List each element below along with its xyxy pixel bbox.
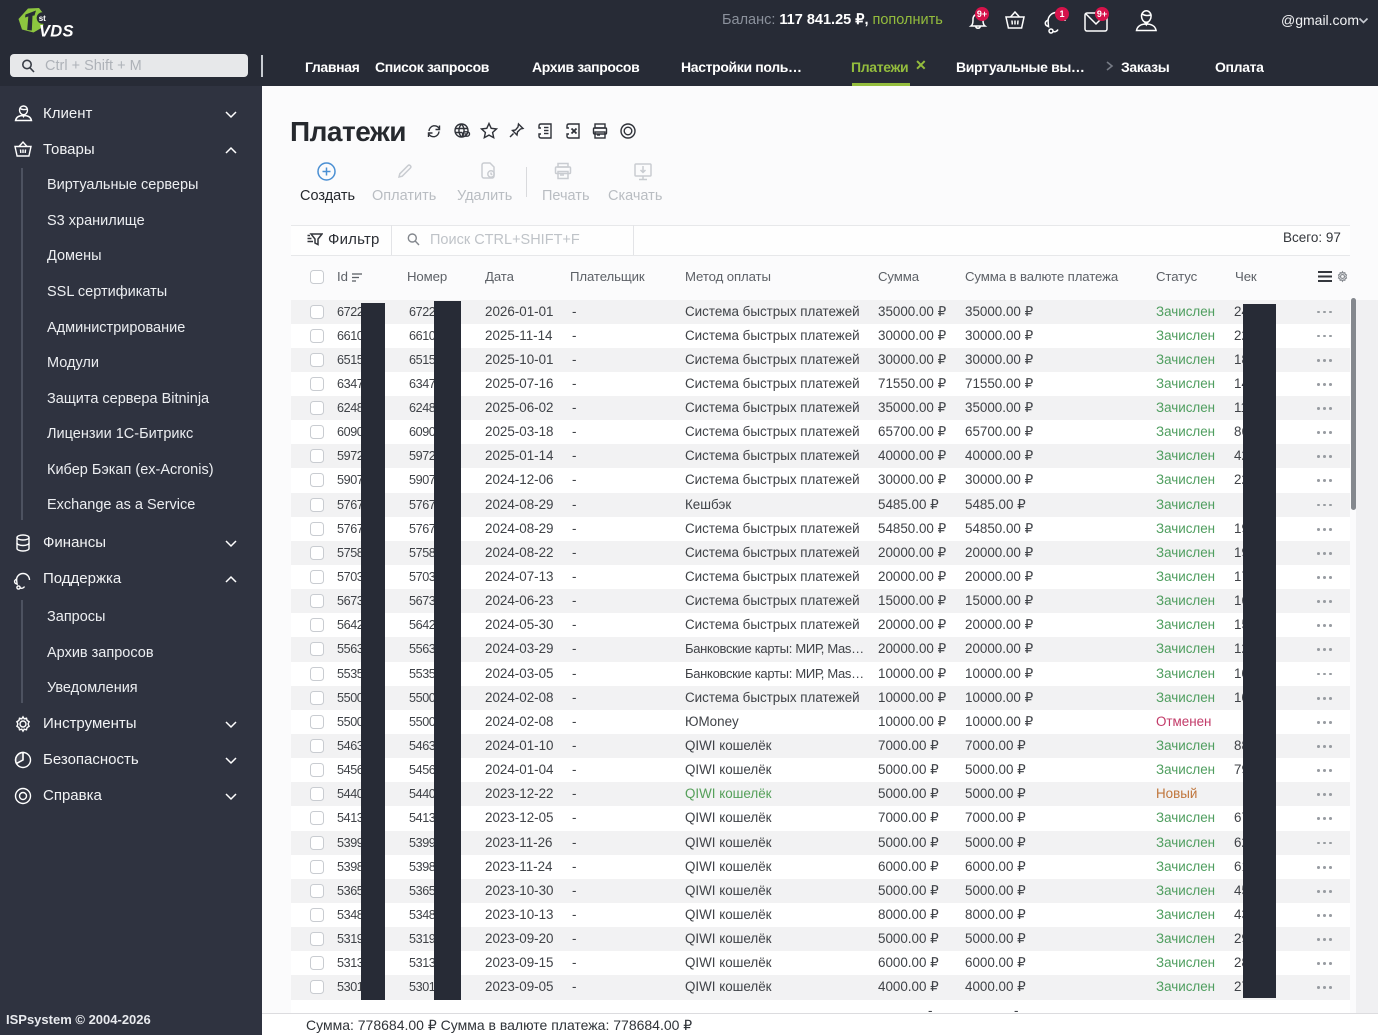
- svg-text:VDS: VDS: [39, 23, 74, 41]
